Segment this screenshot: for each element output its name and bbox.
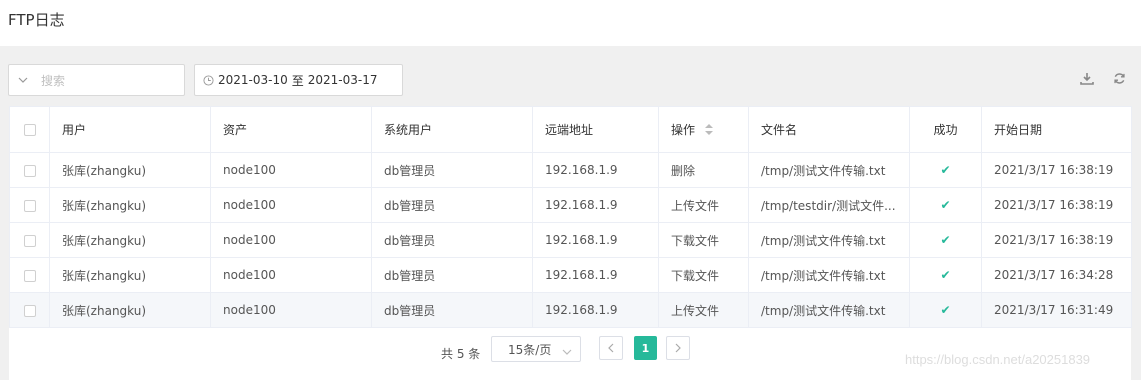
cell-start-date: 2021/3/17 16:31:49 <box>981 292 1132 328</box>
cell-system-user: db管理员 <box>371 292 533 328</box>
sort-icon[interactable] <box>704 123 713 138</box>
search-placeholder: 搜索 <box>41 73 66 88</box>
cell-system-user: db管理员 <box>371 187 533 223</box>
success-check-icon: ✔ <box>909 152 982 188</box>
table-row[interactable]: 张库(zhangku) node100 db管理员 192.168.1.9 上传… <box>9 187 1132 223</box>
success-check-icon: ✔ <box>909 257 982 293</box>
cell-start-date: 2021/3/17 16:34:28 <box>981 257 1132 293</box>
prev-page-button[interactable] <box>599 336 623 360</box>
cell-remote-address: 192.168.1.9 <box>532 152 659 188</box>
row-checkbox[interactable] <box>9 257 50 293</box>
success-check-icon: ✔ <box>909 187 982 223</box>
cell-system-user: db管理员 <box>371 257 533 293</box>
cell-user: 张库(zhangku) <box>49 257 211 293</box>
ftp-log-table: 用户 资产 系统用户 远端地址 操作 文件名 成功 开始日期 张库(zhangk… <box>9 106 1132 380</box>
download-icon[interactable] <box>1079 70 1095 86</box>
cell-system-user: db管理员 <box>371 152 533 188</box>
cell-operation: 删除 <box>658 152 749 188</box>
cell-remote-address: 192.168.1.9 <box>532 187 659 223</box>
row-checkbox[interactable] <box>9 292 50 328</box>
cell-asset: node100 <box>210 187 372 223</box>
cell-asset: node100 <box>210 222 372 258</box>
column-header-success: 成功 <box>909 106 982 153</box>
chevron-down-icon <box>562 344 572 358</box>
page-header: FTP日志 <box>0 0 1141 46</box>
chevron-down-icon[interactable] <box>9 65 37 95</box>
page-title: FTP日志 <box>8 11 65 29</box>
cell-start-date: 2021/3/17 16:38:19 <box>981 222 1132 258</box>
cell-operation: 下载文件 <box>658 257 749 293</box>
column-header-operation-label: 操作 <box>671 123 696 137</box>
column-header-operation[interactable]: 操作 <box>658 106 749 153</box>
cell-operation: 上传文件 <box>658 187 749 223</box>
success-check-icon: ✔ <box>909 222 982 258</box>
cell-start-date: 2021/3/17 16:38:19 <box>981 187 1132 223</box>
date-end[interactable]: 2021-03-17 <box>308 73 378 87</box>
cell-remote-address: 192.168.1.9 <box>532 222 659 258</box>
cell-user: 张库(zhangku) <box>49 292 211 328</box>
cell-remote-address: 192.168.1.9 <box>532 292 659 328</box>
column-header-remote-address: 远端地址 <box>532 106 659 153</box>
cell-asset: node100 <box>210 152 372 188</box>
next-page-button[interactable] <box>666 336 690 360</box>
table-row[interactable]: 张库(zhangku) node100 db管理员 192.168.1.9 删除… <box>9 152 1132 188</box>
success-check-icon: ✔ <box>909 292 982 328</box>
column-header-start-date: 开始日期 <box>981 106 1132 153</box>
select-all-checkbox[interactable] <box>9 106 50 153</box>
row-checkbox[interactable] <box>9 187 50 223</box>
table-row[interactable]: 张库(zhangku) node100 db管理员 192.168.1.9 下载… <box>9 222 1132 258</box>
date-separator: 至 <box>291 73 304 88</box>
date-start[interactable]: 2021-03-10 <box>218 73 288 87</box>
column-header-filename: 文件名 <box>748 106 910 153</box>
column-header-system-user: 系统用户 <box>371 106 533 153</box>
cell-system-user: db管理员 <box>371 222 533 258</box>
refresh-icon[interactable] <box>1111 70 1127 86</box>
cell-filename: /tmp/测试文件传输.txt <box>748 152 910 188</box>
column-header-user: 用户 <box>49 106 211 153</box>
cell-filename: /tmp/测试文件传输.txt <box>748 292 910 328</box>
page-size-select[interactable]: 15条/页 <box>491 336 581 362</box>
clock-icon <box>203 74 214 86</box>
table-row[interactable]: 张库(zhangku) node100 db管理员 192.168.1.9 上传… <box>9 292 1132 328</box>
cell-filename: /tmp/测试文件传输.txt <box>748 257 910 293</box>
cell-asset: node100 <box>210 257 372 293</box>
page-1-button[interactable]: 1 <box>634 336 657 360</box>
cell-asset: node100 <box>210 292 372 328</box>
cell-operation: 下载文件 <box>658 222 749 258</box>
table-row[interactable]: 张库(zhangku) node100 db管理员 192.168.1.9 下载… <box>9 257 1132 293</box>
cell-start-date: 2021/3/17 16:38:19 <box>981 152 1132 188</box>
cell-operation: 上传文件 <box>658 292 749 328</box>
table-header-row: 用户 资产 系统用户 远端地址 操作 文件名 成功 开始日期 <box>9 106 1132 153</box>
watermark: https://blog.csdn.net/a20251839 <box>905 352 1091 367</box>
cell-remote-address: 192.168.1.9 <box>532 257 659 293</box>
column-header-asset: 资产 <box>210 106 372 153</box>
cell-user: 张库(zhangku) <box>49 222 211 258</box>
cell-user: 张库(zhangku) <box>49 152 211 188</box>
toolbar: 搜索 2021-03-10 至 2021-03-17 <box>0 46 1141 106</box>
row-checkbox[interactable] <box>9 222 50 258</box>
cell-filename: /tmp/测试文件传输.txt <box>748 222 910 258</box>
cell-user: 张库(zhangku) <box>49 187 211 223</box>
pagination-total: 共 5 条 <box>441 347 481 361</box>
cell-filename: /tmp/testdir/测试文件... <box>748 187 910 223</box>
row-checkbox[interactable] <box>9 152 50 188</box>
page-size-value: 15条/页 <box>508 342 552 357</box>
search-input[interactable]: 搜索 <box>8 64 185 96</box>
date-range-picker[interactable]: 2021-03-10 至 2021-03-17 <box>194 64 403 96</box>
